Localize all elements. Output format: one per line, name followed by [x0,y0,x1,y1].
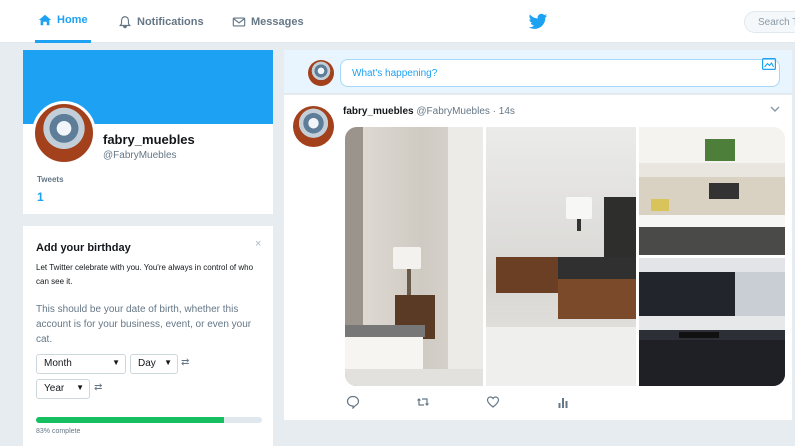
chevron-down-icon[interactable] [770,105,780,113]
profile-handle[interactable]: @FabryMuebles [103,150,177,161]
notifications-icon [119,15,131,28]
nav-home[interactable]: Home [35,0,91,43]
search-input[interactable]: Search Twitter [744,11,795,33]
month-select-value: Month [44,358,72,369]
chevron-down-icon: ▼ [112,358,120,367]
profile-name[interactable]: fabry_muebles [103,132,195,147]
progress-fill [36,417,224,423]
home-icon [38,14,52,26]
tweet-photo-3[interactable] [639,127,785,255]
nav-messages-label: Messages [251,15,304,28]
year-select-value: Year [44,383,65,394]
image-icon[interactable] [762,58,776,70]
profile-card: fabry_muebles @FabryMuebles Tweets 1 [23,50,273,214]
compose-box: What's happening? [284,50,792,94]
messages-icon [232,16,246,27]
tweet-media-grid [345,127,785,386]
tweet-photo-4[interactable] [639,258,785,386]
profile-progress-bar [36,417,262,423]
tweet-photo-1[interactable] [345,127,483,386]
twitter-bird-icon[interactable] [528,13,548,31]
nav-notifications-label: Notifications [137,15,204,28]
close-icon[interactable]: × [255,238,261,250]
profile-avatar[interactable] [32,101,96,165]
tweet-author-handle[interactable]: @FabryMuebles [416,106,490,117]
birthday-subtitle: Let Twitter celebrate with you. You're a… [36,263,254,286]
nav-notifications[interactable]: Notifications [118,0,204,43]
tweet-photo-2[interactable] [486,127,636,386]
birthday-title: Add your birthday [36,242,131,254]
chevron-down-icon: ▼ [76,383,84,392]
chevron-down-icon: ▼ [164,358,172,367]
tweet-avatar[interactable] [293,106,334,147]
tweet-timestamp[interactable]: · 14s [493,106,515,117]
nav-messages[interactable]: Messages [232,0,304,43]
year-select[interactable]: Year ▼ [36,379,90,399]
tweet-author-name[interactable]: fabry_muebles [343,106,414,117]
analytics-icon[interactable] [556,395,570,409]
like-icon[interactable] [486,395,500,409]
tweet-header: fabry_muebles @FabryMuebles · 14s [343,106,515,117]
birthday-card: Add your birthday × Let Twitter celebrat… [23,226,273,446]
progress-label: 83% complete [36,428,81,435]
top-nav: Home Notifications Messages Search Twitt… [0,0,795,43]
month-select[interactable]: Month ▼ [36,354,126,374]
tweet[interactable]: fabry_muebles @FabryMuebles · 14s [284,95,792,420]
day-select[interactable]: Day ▼ [130,354,178,374]
compose-input[interactable]: What's happening? [340,59,780,87]
visibility-icon[interactable]: ⇄ [94,382,102,393]
nav-home-label: Home [57,14,88,26]
tweets-count[interactable]: 1 [37,190,44,204]
reply-icon[interactable] [346,395,360,409]
tweets-label[interactable]: Tweets [37,175,64,184]
day-select-value: Day [138,358,156,369]
birthday-description: This should be your date of birth, wheth… [36,304,252,345]
visibility-icon[interactable]: ⇄ [181,357,189,368]
compose-avatar[interactable] [308,60,334,86]
retweet-icon[interactable] [416,395,430,409]
